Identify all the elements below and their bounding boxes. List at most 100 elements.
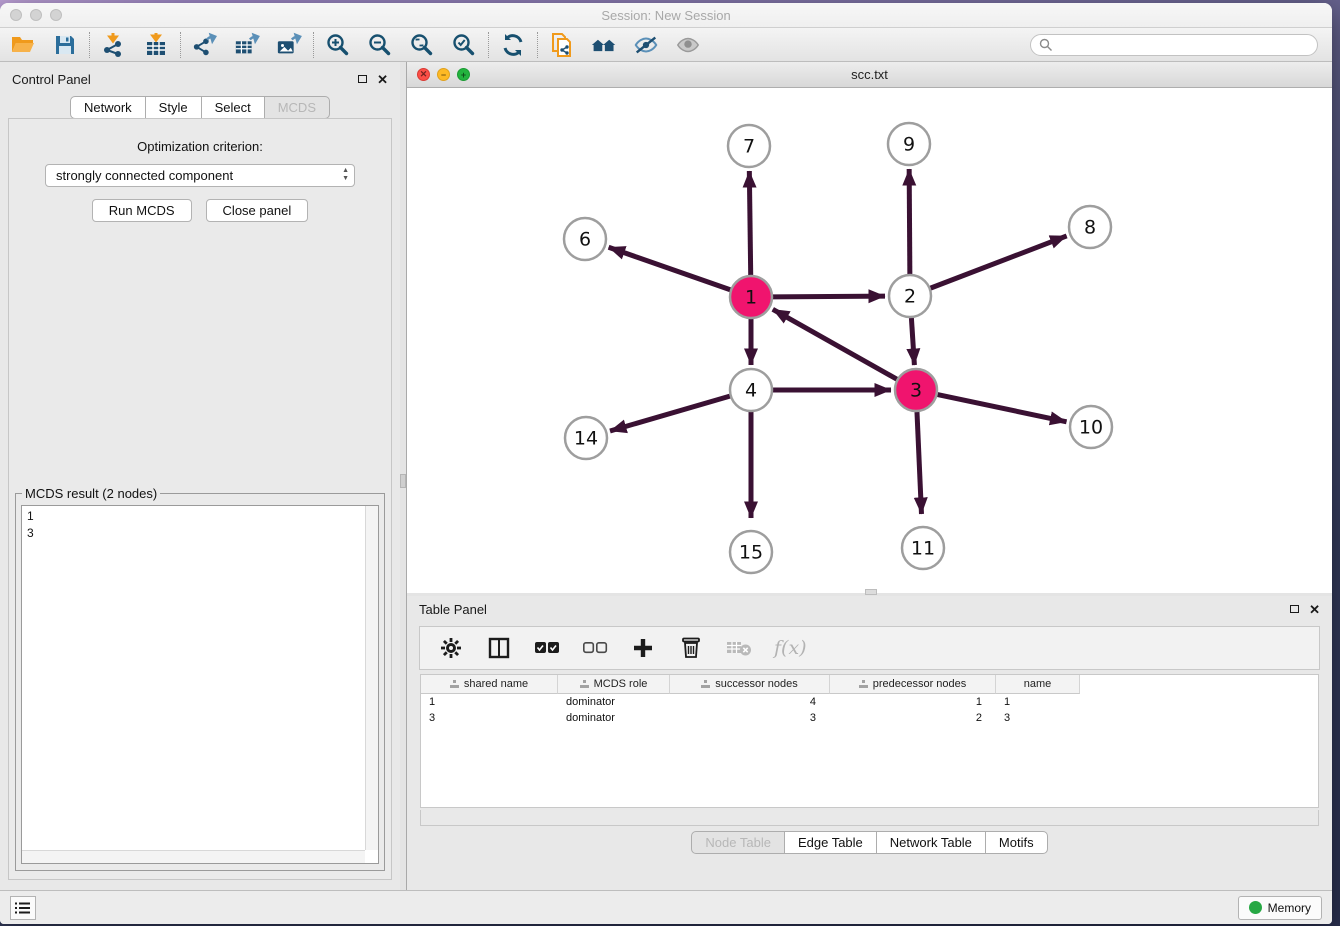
column-label: successor nodes [715,678,798,690]
edge-3-10[interactable] [938,395,1067,422]
zoom-in-icon[interactable] [325,32,351,58]
add-column-icon[interactable] [630,635,656,661]
column-header-name[interactable]: name [996,675,1080,694]
hierarchy-icon [580,680,589,688]
toolbar-separator [537,32,538,58]
zoom-fit-icon[interactable] [409,32,435,58]
tab-node-table[interactable]: Node Table [691,831,785,854]
hide-selected-icon[interactable] [633,32,659,58]
tab-network[interactable]: Network [70,96,146,119]
table-cell[interactable]: dominator [558,710,670,726]
optimization-criterion-label: Optimization criterion: [9,139,391,154]
column-header-MCDS-role[interactable]: MCDS role [558,675,670,694]
refresh-layout-icon[interactable] [500,32,526,58]
column-header-successor-nodes[interactable]: successor nodes [670,675,830,694]
save-session-icon[interactable] [52,32,78,58]
table-cell[interactable]: 3 [996,710,1080,726]
edge-1-7[interactable] [749,171,750,275]
zoom-selected-icon[interactable] [451,32,477,58]
node-label-8: 8 [1084,217,1096,239]
node-label-15: 15 [739,542,763,564]
edge-2-9[interactable] [909,169,910,274]
delete-column-icon[interactable] [678,635,704,661]
edge-2-3[interactable] [911,318,914,365]
edge-1-6[interactable] [609,247,731,289]
close-panel-icon[interactable]: ✕ [377,73,388,86]
table-row[interactable]: 3dominator323 [421,710,1318,726]
zoom-out-icon[interactable] [367,32,393,58]
network-home-icon[interactable] [591,32,617,58]
settings-gear-icon[interactable] [438,635,464,661]
table-cell[interactable]: 4 [670,694,830,710]
node-table[interactable]: shared name MCDS role successor nodes prede… [420,674,1319,808]
toolbar-separator [89,32,90,58]
table-cell[interactable]: 1 [996,694,1080,710]
criterion-select[interactable]: strongly connected component ▲▼ [45,164,355,187]
table-cell[interactable]: 2 [830,710,996,726]
float-panel-icon[interactable] [1290,605,1299,613]
tab-network-table[interactable]: Network Table [876,831,986,854]
titlebar: Session: New Session [0,3,1332,28]
node-label-11: 11 [911,538,935,560]
table-cell[interactable]: 1 [830,694,996,710]
duplicate-network-icon[interactable] [549,32,575,58]
tab-style[interactable]: Style [145,96,202,119]
export-image-icon[interactable] [276,32,302,58]
tab-select[interactable]: Select [201,96,265,119]
table-cell[interactable]: 3 [670,710,830,726]
table-horizontal-scrollbar[interactable] [420,810,1319,826]
toolbar-separator [180,32,181,58]
close-panel-button[interactable]: Close panel [206,199,309,222]
node-label-6: 6 [579,229,591,251]
splitter-handle[interactable] [400,474,406,488]
table-cell[interactable]: 3 [421,710,558,726]
tab-edge-table[interactable]: Edge Table [784,831,877,854]
splitter-handle[interactable] [865,589,877,595]
column-header-shared-name[interactable]: shared name [421,675,558,694]
show-all-icon[interactable] [675,32,701,58]
edge-4-14[interactable] [610,396,730,431]
open-session-icon[interactable] [10,32,36,58]
select-all-icon[interactable] [534,635,560,661]
result-vertical-scrollbar[interactable] [365,506,378,850]
search-input[interactable] [1030,34,1318,56]
run-mcds-button[interactable]: Run MCDS [92,199,192,222]
edge-2-8[interactable] [931,236,1067,288]
hierarchy-icon [859,680,868,688]
task-history-button[interactable] [10,896,36,920]
table-cell[interactable]: 1 [421,694,558,710]
table-row[interactable]: 1dominator411 [421,694,1318,710]
float-panel-icon[interactable] [358,75,367,83]
export-table-icon[interactable] [234,32,260,58]
column-header-predecessor-nodes[interactable]: predecessor nodes [830,675,996,694]
column-label: name [1024,678,1052,690]
edge-3-1[interactable] [773,309,897,379]
memory-status-icon [1249,901,1262,914]
mcds-result-values: 1 3 [22,506,378,544]
network-window-title: scc.txt [407,67,1332,82]
toolbar-separator [488,32,489,58]
edge-1-2[interactable] [773,296,885,297]
export-network-icon[interactable] [192,32,218,58]
import-table-icon[interactable] [143,32,169,58]
control-panel-tabs: NetworkStyleSelectMCDS [0,96,400,119]
function-builder-icon[interactable]: f(x) [774,637,807,659]
tab-motifs[interactable]: Motifs [985,831,1048,854]
column-label: shared name [464,678,528,690]
import-network-icon[interactable] [101,32,127,58]
edge-3-11[interactable] [917,412,922,514]
table-cell[interactable]: dominator [558,694,670,710]
network-canvas[interactable]: 7968124314101511 [407,88,1332,593]
tab-mcds[interactable]: MCDS [264,96,330,119]
memory-button[interactable]: Memory [1238,896,1322,920]
delete-table-icon[interactable] [726,635,752,661]
split-panel-icon[interactable] [486,635,512,661]
vertical-splitter[interactable] [400,62,406,890]
memory-label: Memory [1268,901,1311,915]
network-window-titlebar: ✕ − + scc.txt [407,62,1332,88]
mcds-result-area[interactable]: 1 3 [21,505,379,864]
close-panel-icon[interactable]: ✕ [1309,603,1320,616]
node-label-4: 4 [745,380,757,402]
result-horizontal-scrollbar[interactable] [22,850,365,863]
deselect-all-icon[interactable] [582,635,608,661]
